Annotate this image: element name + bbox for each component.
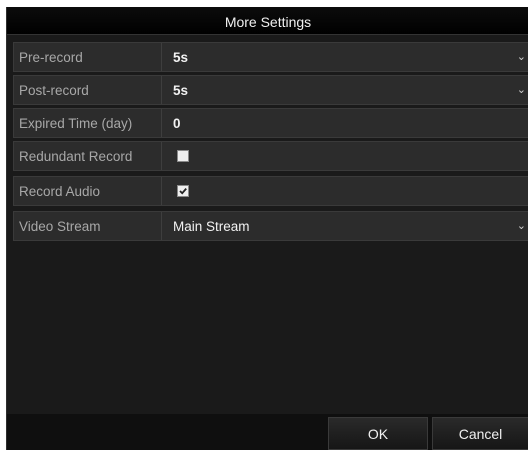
dialog-title: More Settings	[224, 14, 312, 30]
post-record-value: 5s	[173, 83, 189, 98]
pre-record-row: Pre-record 5s ⌄	[13, 42, 528, 72]
row-divider	[161, 142, 162, 170]
chevron-down-icon: ⌄	[516, 84, 526, 96]
cancel-button[interactable]: Cancel	[432, 417, 528, 450]
redundant-record-checkbox[interactable]	[177, 150, 189, 162]
pre-record-dropdown[interactable]: 5s ⌄	[162, 43, 528, 71]
pre-record-label: Pre-record	[19, 50, 83, 65]
pre-record-value: 5s	[173, 50, 189, 65]
video-stream-row: Video Stream Main Stream ⌄	[13, 211, 528, 241]
video-stream-dropdown[interactable]: Main Stream ⌄	[162, 212, 528, 240]
row-divider	[161, 177, 162, 205]
post-record-dropdown[interactable]: 5s ⌄	[162, 76, 528, 104]
check-icon	[179, 188, 187, 195]
record-audio-row: Record Audio	[13, 176, 528, 206]
redundant-record-label: Redundant Record	[19, 149, 133, 164]
video-stream-value: Main Stream	[173, 219, 250, 234]
expired-time-row: Expired Time (day) 0	[13, 108, 528, 138]
post-record-row: Post-record 5s ⌄	[13, 75, 528, 105]
expired-time-input[interactable]: 0	[162, 109, 528, 137]
record-audio-label: Record Audio	[19, 184, 101, 199]
record-audio-checkbox[interactable]	[177, 185, 189, 197]
redundant-record-row: Redundant Record	[13, 141, 528, 171]
video-stream-label: Video Stream	[19, 219, 101, 234]
settings-list: Pre-record 5s ⌄ Post-record 5s ⌄ Expired…	[13, 42, 528, 244]
expired-time-label: Expired Time (day)	[19, 116, 133, 131]
chevron-down-icon: ⌄	[516, 220, 526, 232]
dialog-footer: OK Cancel	[7, 414, 528, 450]
post-record-label: Post-record	[19, 83, 89, 98]
dialog-titlebar: More Settings	[7, 7, 528, 35]
ok-button[interactable]: OK	[328, 417, 428, 450]
chevron-down-icon: ⌄	[516, 51, 526, 63]
expired-time-value: 0	[173, 116, 181, 131]
more-settings-dialog: More Settings Pre-record 5s ⌄ Post-recor…	[6, 7, 528, 450]
